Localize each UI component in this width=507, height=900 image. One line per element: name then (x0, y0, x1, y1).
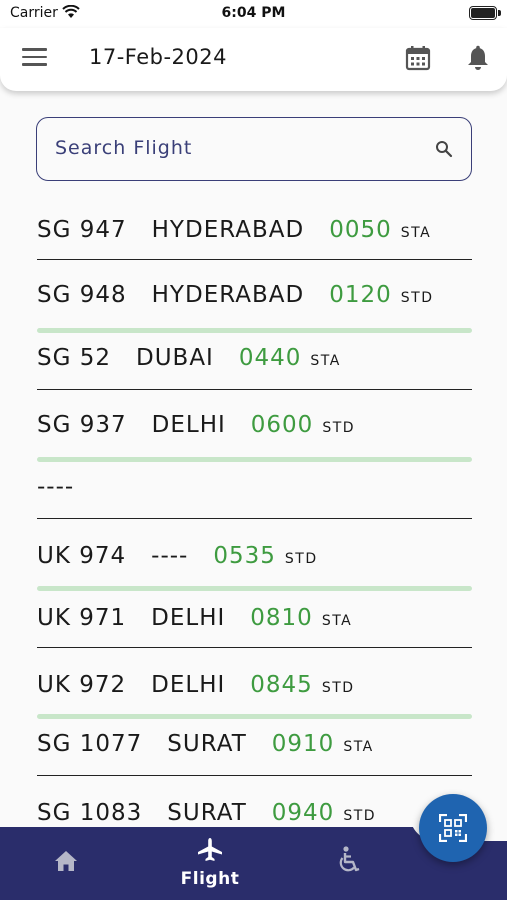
flight-time: 0600 (250, 412, 314, 438)
status-bar: Carrier 6:04 PM (0, 0, 507, 28)
flight-time-type: STD (343, 808, 377, 824)
flight-time: 0940 (271, 800, 335, 826)
flight-code: UK 971 (37, 605, 127, 631)
flight-code: UK 972 (37, 672, 127, 698)
flight-time: 0440 (238, 345, 302, 371)
flight-city: ---- (151, 543, 189, 569)
nav-flight-tab[interactable]: Flight (176, 837, 244, 889)
flight-city: SURAT (167, 800, 247, 826)
flight-code: SG 52 (37, 345, 111, 371)
flight-time-type: STD (284, 551, 318, 567)
flight-row[interactable]: SG 948 HYDERABAD 0120 STD (37, 260, 472, 333)
app-bar: 17-Feb-2024 (0, 28, 507, 91)
flight-time-type: STA (310, 353, 341, 369)
status-time: 6:04 PM (221, 5, 286, 21)
flight-code: SG 947 (37, 217, 127, 243)
bell-icon[interactable] (466, 45, 490, 71)
flight-time-type: STD (322, 420, 356, 436)
flight-list: SG 947 HYDERABAD 0050 STA SG 948 HYDERAB… (37, 203, 472, 840)
flight-code: SG 937 (37, 412, 127, 438)
flight-city: SURAT (167, 731, 247, 757)
flight-time: 0845 (250, 672, 313, 698)
flight-time: 0535 (213, 543, 276, 569)
flight-code: SG 948 (37, 282, 127, 308)
airplane-icon (198, 838, 222, 861)
flight-city: HYDERABAD (151, 282, 305, 308)
qr-scan-icon (439, 814, 467, 842)
flight-time: 0050 (329, 217, 392, 243)
home-icon[interactable] (50, 845, 82, 877)
flight-row[interactable]: SG 937 DELHI 0600 STD (37, 390, 472, 462)
calendar-icon[interactable] (405, 45, 431, 71)
wheelchair-icon[interactable] (337, 845, 367, 875)
flight-city: DELHI (151, 605, 226, 631)
menu-icon[interactable] (22, 48, 47, 68)
flight-code: UK 974 (37, 543, 127, 569)
flight-code: ---- (37, 474, 75, 500)
flight-time: 0120 (329, 282, 392, 308)
flight-row[interactable]: UK 974 ---- 0535 STD (37, 519, 472, 591)
flight-city: DUBAI (136, 345, 214, 371)
flight-time-type: STA (400, 225, 432, 241)
flight-row[interactable]: ---- (37, 462, 472, 519)
flight-city: DELHI (151, 412, 226, 438)
flight-time-type: STD (400, 290, 434, 306)
flight-time: 0810 (250, 605, 313, 631)
battery-icon (469, 6, 501, 20)
flight-row[interactable]: UK 972 DELHI 0845 STD (37, 648, 472, 719)
flight-row[interactable]: SG 947 HYDERABAD 0050 STA (37, 203, 472, 260)
flight-row[interactable]: SG 1077 SURAT 0910 STA (37, 719, 472, 776)
flight-time-type: STA (343, 739, 374, 755)
flight-city: DELHI (151, 672, 226, 698)
flight-time-type: STD (321, 680, 355, 696)
flight-row[interactable]: UK 971 DELHI 0810 STA (37, 591, 472, 648)
flight-code: SG 1083 (37, 800, 143, 826)
flight-time: 0910 (271, 731, 335, 757)
search-icon[interactable] (435, 140, 453, 158)
selected-date: 17-Feb-2024 (89, 45, 228, 69)
nav-flight-label: Flight (180, 869, 240, 889)
search-box (36, 117, 472, 181)
qr-scan-button[interactable] (419, 794, 487, 862)
flight-row[interactable]: SG 52 DUBAI 0440 STA (37, 333, 472, 390)
search-input[interactable] (55, 118, 425, 178)
flight-time-type: STA (321, 613, 353, 629)
flight-code: SG 1077 (37, 731, 143, 757)
flight-city: HYDERABAD (151, 217, 305, 243)
